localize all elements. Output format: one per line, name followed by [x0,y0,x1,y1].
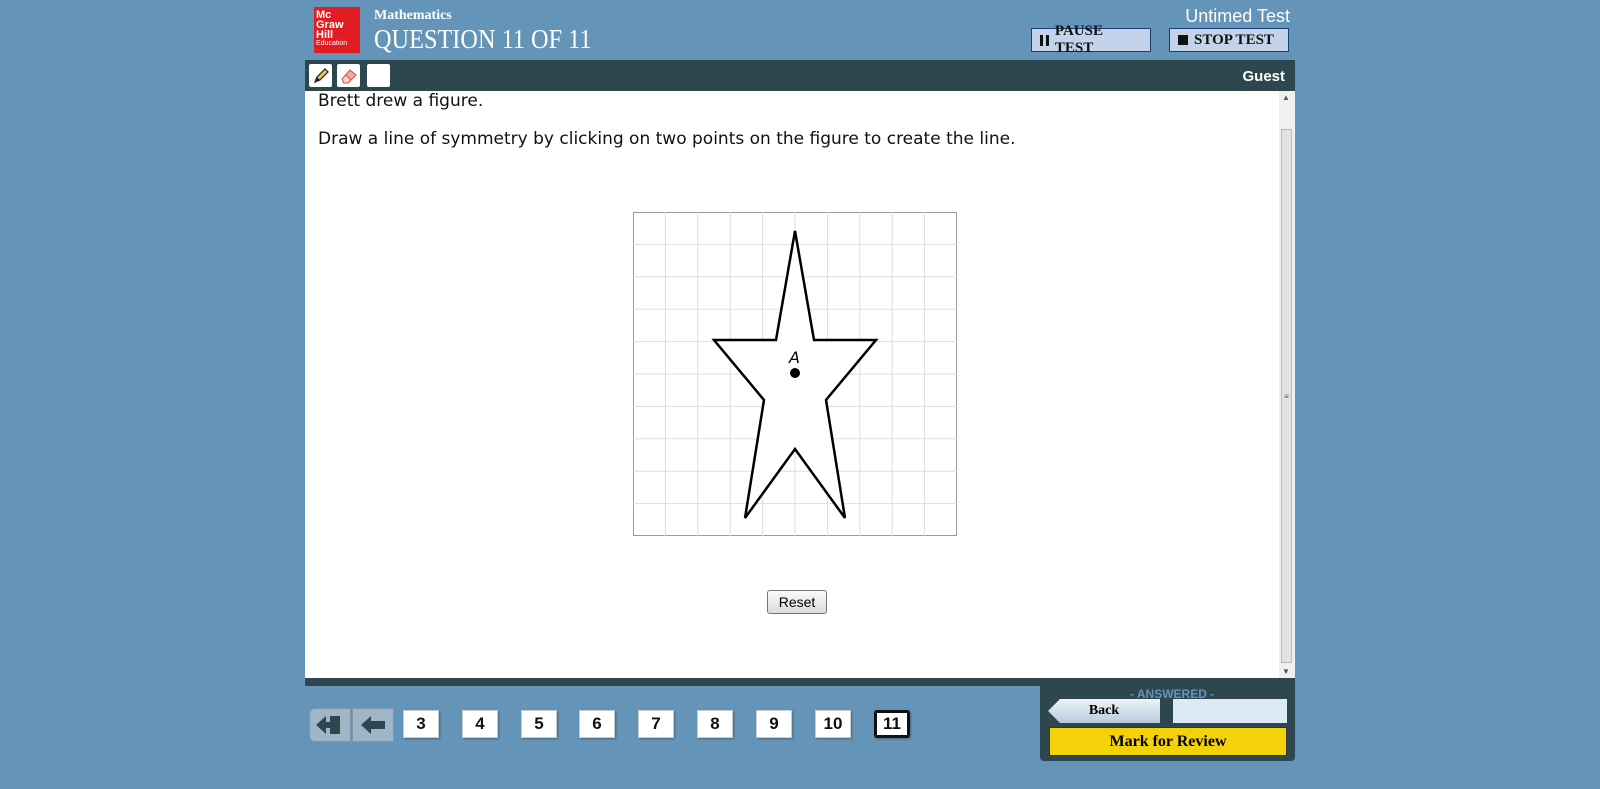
pencil-icon[interactable] [309,64,332,87]
vertical-scrollbar[interactable]: ▲ ≡ ▼ [1279,91,1295,678]
stop-test-button[interactable]: STOP TEST [1169,28,1289,52]
user-name: Guest [1242,68,1285,85]
point-a [790,368,800,378]
review-panel: - ANSWERED - Back Mark for Review [1040,686,1295,761]
logo-line: Education [316,40,348,47]
stop-test-label: STOP TEST [1194,31,1274,48]
pause-icon [1040,34,1049,46]
logo-line: Hill [316,29,334,41]
question-number-button[interactable]: 7 [638,710,674,738]
mark-for-review-button[interactable]: Mark for Review [1049,727,1287,756]
question-number-button[interactable]: 5 [521,710,557,738]
question-number-button[interactable]: 10 [815,710,851,738]
back-button[interactable]: Back [1048,699,1160,723]
scroll-thumb[interactable]: ≡ [1281,129,1292,663]
question-title: QUESTION 11 OF 11 [374,24,592,54]
double-arrow-left-icon [316,716,340,734]
question-number-button[interactable]: 8 [697,710,733,738]
first-question-button[interactable] [309,708,351,742]
content-bottom-bar [305,678,1295,686]
next-button-placeholder [1173,699,1287,723]
question-number-button[interactable]: 6 [579,710,615,738]
previous-question-button[interactable] [352,708,394,742]
question-content: Brett drew a figure. Draw a line of symm… [305,91,1295,678]
scroll-down-icon[interactable]: ▼ [1282,667,1290,676]
pause-test-label: PAUSE TEST [1054,23,1103,56]
drawing-grid[interactable]: A [633,212,957,536]
current-question-button[interactable]: 11 [874,710,910,738]
question-text-2: Draw a line of symmetry by clicking on t… [318,129,1016,149]
tool-bar: Guest [305,60,1295,91]
stop-icon [1178,35,1188,45]
subject-label: Mathematics [374,8,452,23]
blank-tool-button[interactable] [367,64,390,87]
point-a-label: A [788,348,800,367]
arrow-left-icon [361,716,385,734]
mcgraw-hill-logo: Mc Graw Hill Education [314,7,360,53]
question-number-button[interactable]: 9 [756,710,792,738]
star-figure-canvas[interactable]: A [633,212,957,536]
question-text-1: Brett drew a figure. [318,91,484,111]
test-mode-label: Untimed Test [1185,6,1290,26]
question-number-button[interactable]: 3 [403,710,439,738]
scroll-up-icon[interactable]: ▲ [1282,93,1290,102]
question-number-button[interactable]: 4 [462,710,498,738]
pause-test-button[interactable]: PAUSE TEST [1031,23,1151,56]
eraser-icon[interactable] [337,64,360,87]
reset-button[interactable]: Reset [767,590,827,614]
